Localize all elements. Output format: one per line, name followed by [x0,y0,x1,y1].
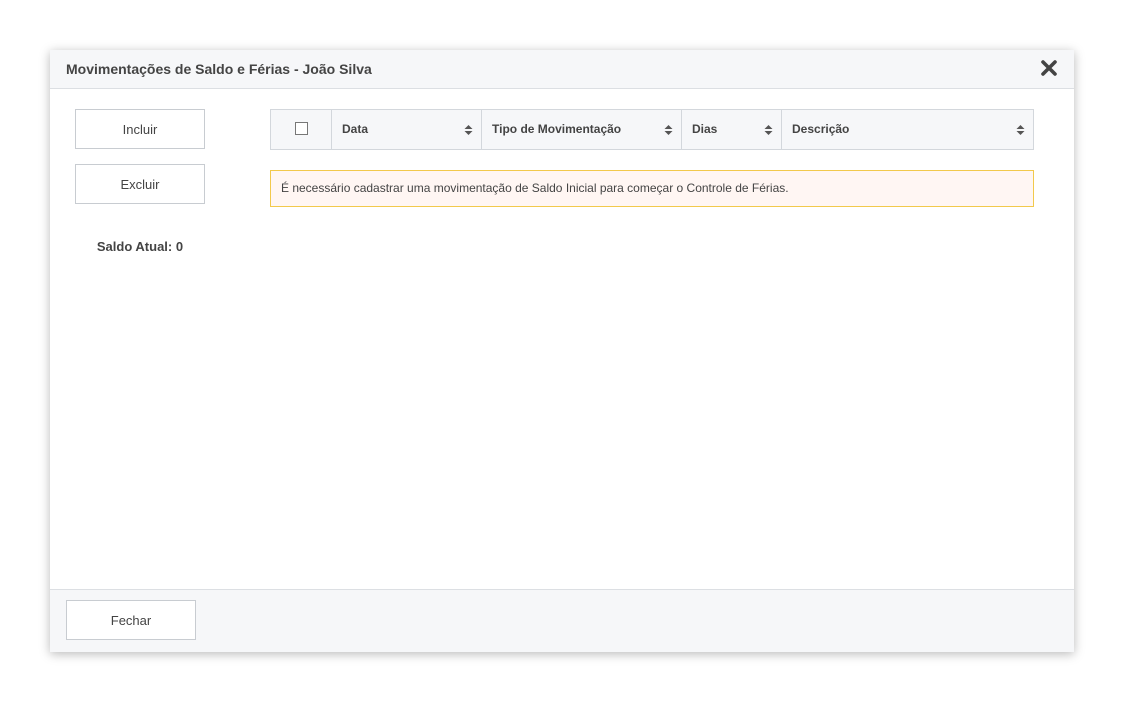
sort-icon [1016,125,1025,135]
modal-title: Movimentações de Saldo e Férias - João S… [66,61,372,77]
delete-button[interactable]: Excluir [75,164,205,204]
sort-icon [664,125,673,135]
grid-header: Data Tipo de Movimentação Dias Descrição [270,109,1034,150]
close-button[interactable]: Fechar [66,600,196,640]
current-balance: Saldo Atual: 0 [96,239,184,254]
column-header-label: Tipo de Movimentação [492,122,622,136]
modal-footer: Fechar [50,589,1074,652]
column-header-label: Descrição [792,122,850,136]
column-header-label: Data [342,122,369,136]
column-header-label: Dias [692,122,718,136]
include-button[interactable]: Incluir [75,109,205,149]
balance-vacation-modal: Movimentações de Saldo e Férias - João S… [50,50,1074,652]
column-header-date[interactable]: Data [332,110,482,149]
column-header-movement-type[interactable]: Tipo de Movimentação [482,110,682,149]
modal-body: Incluir Excluir Saldo Atual: 0 Data Tipo… [50,89,1074,589]
close-icon[interactable] [1038,57,1060,79]
column-header-description[interactable]: Descrição [782,110,1033,149]
sort-icon [764,125,773,135]
select-all-cell [271,110,332,149]
sort-icon [464,125,473,135]
empty-state-alert: É necessário cadastrar uma movimentação … [270,170,1034,207]
column-header-days[interactable]: Dias [682,110,782,149]
select-all-checkbox[interactable] [294,122,308,135]
modal-header: Movimentações de Saldo e Férias - João S… [50,50,1074,89]
